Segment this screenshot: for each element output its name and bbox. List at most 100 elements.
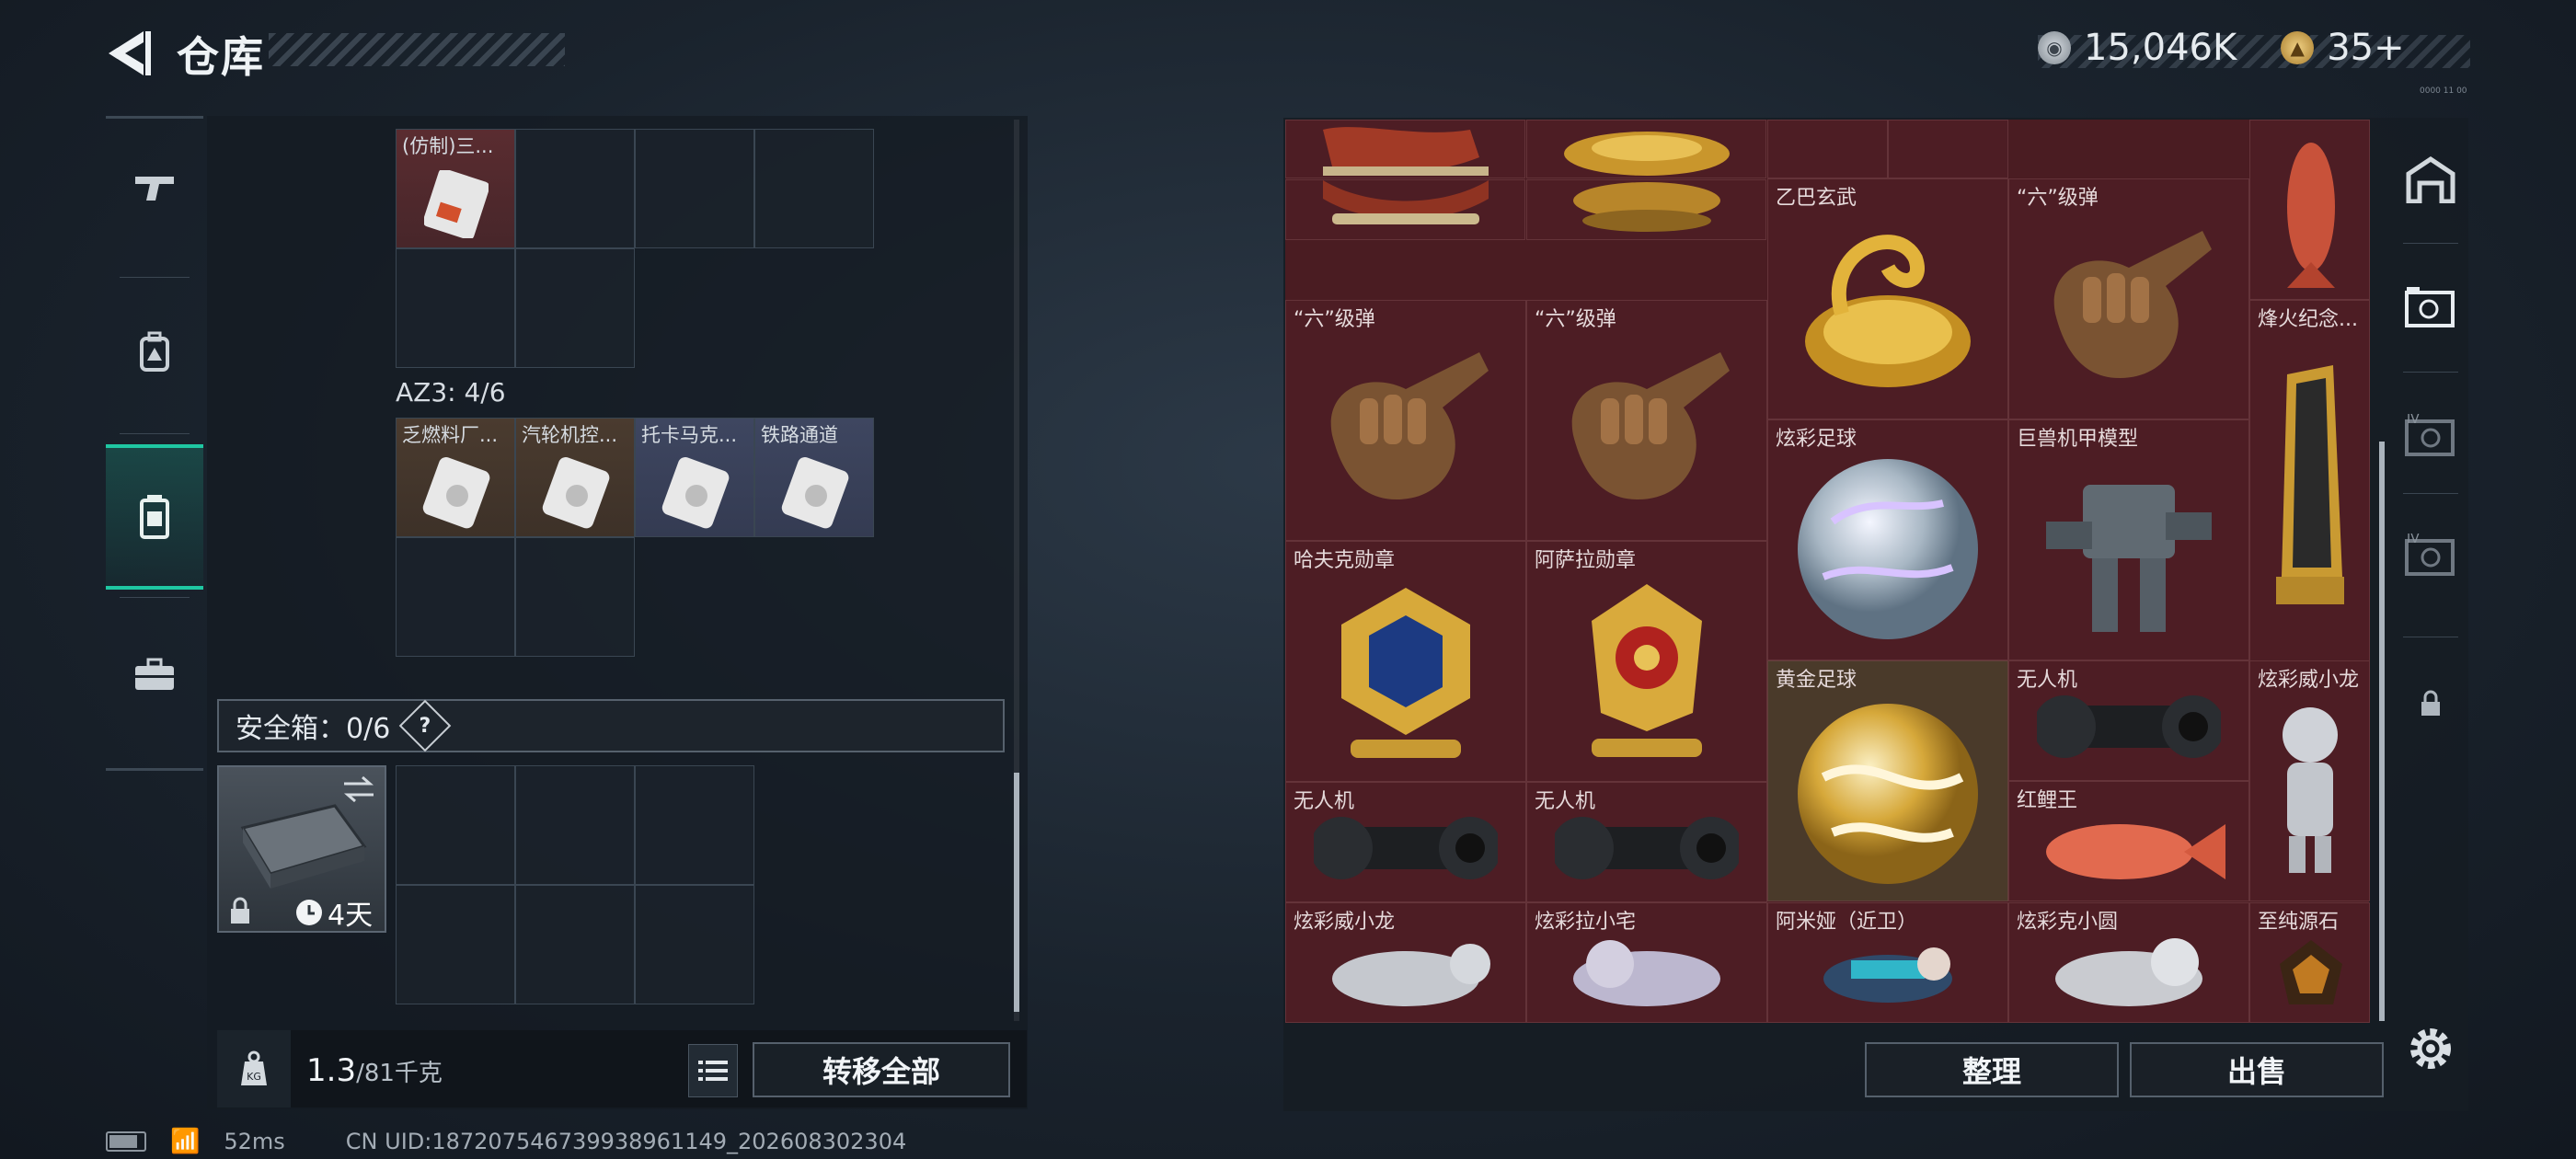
backpack-slot[interactable] (754, 129, 874, 248)
stash-item-asala-medal[interactable]: 阿萨拉勋章 (1526, 541, 1767, 782)
stash-item-jushou-mech[interactable]: 巨兽机甲模型 (2008, 419, 2249, 660)
item-label: 巨兽机甲模型 (2017, 428, 2139, 451)
stash-slot[interactable] (1888, 120, 2008, 178)
stash-item-zhichun[interactable]: 至纯源石 (2249, 902, 2370, 1023)
stash-item-keer[interactable]: 炫彩克小圆 (2008, 902, 2249, 1023)
keycard-icon (424, 170, 489, 238)
az3-item-2[interactable]: 汽轮机控... (515, 418, 635, 537)
figurine-lying-icon (2055, 938, 2202, 1006)
rail-tab-backpack[interactable] (106, 284, 203, 422)
stash-item-liu-bullet-1[interactable]: “六”级弹 (2008, 178, 2249, 419)
stash-tab-main[interactable] (2392, 120, 2469, 239)
stash-item-horse[interactable] (1285, 120, 1525, 178)
az3-item-4[interactable]: 铁路通道 (754, 418, 874, 537)
safebox-case[interactable]: 4天 (217, 765, 386, 933)
vest-icon (140, 495, 169, 539)
stash-tab-rail: IV IV (2392, 120, 2469, 763)
item-label: 炫彩威小龙 (2258, 669, 2360, 692)
stash-item-xiaolong-2[interactable]: 炫彩威小龙 (1285, 902, 1526, 1023)
stash-tab-safe-2[interactable]: IV (2392, 377, 2469, 497)
blue-medal-icon (1341, 588, 1470, 758)
item-label: 炫彩足球 (1776, 428, 1857, 451)
figurine-icon (2283, 707, 2338, 873)
uid-label: CN UID:1872075467399389611​49_2026083023… (345, 1129, 907, 1154)
safebox-slot[interactable] (396, 885, 515, 1004)
stash-item-yiba-xuanwu[interactable]: 乙巴玄武 (1767, 178, 2008, 419)
svg-text:KG: KG (247, 1071, 261, 1083)
gold-dragon-icon (1564, 132, 1730, 176)
transfer-all-button[interactable]: 转移全部 (753, 1042, 1010, 1097)
stash-item-liu-bullet-2[interactable]: “六”级弹 (1285, 300, 1526, 541)
rail-tab-vest[interactable] (106, 444, 203, 590)
stash-item-drone-2[interactable]: 无人机 (1285, 782, 1526, 902)
stash-item-gold-dragon[interactable] (1526, 120, 1766, 178)
item-label: 阿萨拉勋章 (1535, 549, 1637, 572)
stash-item-amiya[interactable]: 阿米娅（近卫） (1767, 902, 2008, 1023)
iridescent-ball-icon (1798, 459, 1978, 639)
stash-item-drone-3[interactable]: 无人机 (1526, 782, 1767, 902)
sort-button[interactable]: 整理 (1865, 1042, 2119, 1097)
backpack-slot[interactable] (396, 248, 515, 368)
stash-item-gold-ball[interactable]: 黄金足球 (1767, 660, 2008, 901)
item-label: 无人机 (2017, 669, 2078, 692)
az3-item-3[interactable]: 托卡马克... (635, 418, 754, 537)
stash-item-drone-1[interactable]: 无人机 (2008, 660, 2249, 781)
stash-item-fish[interactable] (2249, 120, 2370, 300)
item-label: 黄金足球 (1776, 669, 1857, 692)
stash-item-gold-dragon-lower[interactable] (1526, 179, 1766, 240)
weight-value: 1.3 (306, 1052, 357, 1089)
stash-item-koi[interactable]: 红鲤王 (2008, 781, 2249, 901)
backpack-scroll-thumb[interactable] (1014, 773, 1019, 1012)
stash-tab-safe-1[interactable] (2392, 248, 2469, 368)
figurine-lying-icon (1332, 944, 1490, 1006)
stash-scrollbar[interactable] (2379, 442, 2385, 1021)
rail-tab-weapons[interactable] (106, 119, 203, 257)
safebox-slot[interactable] (635, 765, 754, 885)
list-view-button[interactable] (688, 1044, 738, 1097)
backpack-slot[interactable] (515, 537, 635, 657)
access-card-icon (661, 456, 730, 529)
stash-item-hafuke-medal[interactable]: 哈夫克勋章 (1285, 541, 1526, 782)
help-icon[interactable]: ? (398, 699, 452, 752)
safebox-slot[interactable] (635, 885, 754, 1004)
item-label: “六”级弹 (2017, 187, 2099, 210)
koi-fish-icon (2046, 824, 2225, 879)
weight-readout: 1.3/81千克 (306, 1052, 443, 1089)
clock-icon (296, 900, 322, 925)
svg-text:IV: IV (2407, 414, 2420, 427)
stash-item-xuancai-ball[interactable]: 炫彩足球 (1767, 419, 2008, 660)
stash-grid: 乙巴玄武 “六”级弹 “六”级弹 “六”级弹 烽火纪念... 炫彩足球 巨兽机甲… (1285, 120, 2370, 1023)
az3-item-1[interactable]: 乏燃料厂... (396, 418, 515, 537)
safebox-slot[interactable] (515, 765, 635, 885)
stash-item-laxiaozhai[interactable]: 炫彩拉小宅 (1526, 902, 1767, 1023)
back-button[interactable] (101, 26, 156, 81)
stash-item-fenghuo-memorial[interactable]: 烽火纪念... (2249, 300, 2370, 661)
backpack-slot[interactable] (515, 248, 635, 368)
currency-bar: ◉ 15,046K ▲ 35+ (2038, 26, 2484, 70)
safebox-slot[interactable] (396, 765, 515, 885)
stash-slot[interactable] (1767, 120, 1888, 178)
settings-button[interactable] (2403, 1021, 2458, 1076)
backpack-slot[interactable] (635, 129, 754, 248)
safebox-slot[interactable] (515, 885, 635, 1004)
backpack-item-top[interactable]: (仿制)三... (396, 129, 515, 248)
backpack-slot[interactable] (515, 129, 635, 248)
stash-tab-locked[interactable] (2392, 644, 2469, 763)
horse-statue-base-icon (1323, 180, 1489, 224)
access-card-icon (781, 456, 849, 529)
lock-icon (2421, 690, 2440, 716)
wifi-icon: 📶 (170, 1128, 201, 1155)
backpack-slot[interactable] (396, 537, 515, 657)
gold-ball-icon (1798, 704, 1978, 884)
backpack-icon (140, 331, 169, 372)
stash-item-liu-bullet-3[interactable]: “六”级弹 (1526, 300, 1767, 541)
item-label: 炫彩克小圆 (2017, 911, 2119, 934)
stash-item-xiaolong-1[interactable]: 炫彩威小龙 (2249, 660, 2370, 901)
stash-item-horse-lower[interactable] (1285, 179, 1525, 240)
sell-button[interactable]: 出售 (2130, 1042, 2384, 1097)
stash-tab-safe-3[interactable]: IV (2392, 497, 2469, 616)
bullet-hand-icon (1571, 352, 1730, 499)
rail-tab-toolbox[interactable] (106, 606, 203, 744)
weight-total: /81千克 (356, 1060, 443, 1087)
swap-icon[interactable] (340, 775, 377, 804)
